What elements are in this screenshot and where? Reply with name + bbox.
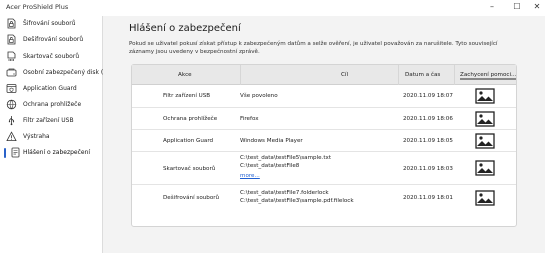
image-icon[interactable] [475, 88, 495, 104]
sidebar-item-label: Osobní zabezpečený disk (... [23, 69, 109, 76]
row-target: C:\test_data\testFile7.folderlock [240, 190, 329, 196]
main-content: Hlášení o zabezpečení Pokud se uživatel … [103, 16, 545, 253]
column-divider [398, 65, 399, 85]
column-header-capture[interactable]: Zachycení pomoci... [460, 72, 517, 80]
row-target: Firefox [240, 116, 259, 122]
table-row[interactable]: Application Guard Windows Media Player 2… [132, 130, 516, 152]
row-datetime: 2020.11.09 18:01 [403, 195, 453, 201]
sidebar-item-security-report[interactable]: Hlášení o zabezpečení [0, 145, 102, 161]
sidebar-item-file-encryption[interactable]: Šifrování souborů [0, 16, 102, 32]
page-description: Pokud se uživatel pokusí získat přístup … [129, 41, 498, 55]
sidebar-item-label: Výstraha [23, 133, 50, 140]
sidebar-item-label: Šifrování souborů [23, 20, 76, 27]
file-encrypt-icon [7, 18, 16, 29]
sidebar: Šifrování souborů Dešifrování souborů Sk… [0, 16, 109, 253]
browser-protection-icon [6, 99, 17, 110]
row-action: Filtr zařízení USB [163, 93, 211, 99]
usb-filter-icon [8, 116, 15, 126]
file-shredder-icon [7, 51, 16, 61]
sidebar-item-label: Hlášení o zabezpečení [23, 149, 91, 156]
sidebar-item-label: Filtr zařízení USB [23, 117, 74, 124]
row-target: C:\test_data\testFile3\sample.pdf.filelo… [240, 198, 354, 204]
row-datetime: 2020.11.09 18:06 [403, 116, 453, 122]
sidebar-item-warning[interactable]: Výstraha [0, 129, 102, 145]
sidebar-item-label: Ochrana prohlížeče [23, 101, 82, 108]
file-decrypt-icon [7, 34, 16, 45]
sidebar-item-usb-filter[interactable]: Filtr zařízení USB [0, 113, 102, 129]
sidebar-item-file-shredder[interactable]: Skartovač souborů [0, 49, 102, 65]
column-header-action[interactable]: Akce [178, 72, 192, 78]
minimize-button[interactable]: – [486, 1, 498, 13]
sidebar-item-personal-secure-drive[interactable]: Osobní zabezpečený disk (... [0, 65, 109, 81]
maximize-button[interactable]: ☐ [511, 1, 523, 13]
table-header: Akce Cíl Datum a čas Zachycení pomoci... [132, 65, 517, 85]
security-report-icon [11, 147, 20, 158]
page-title: Hlášení o zabezpečení [129, 23, 241, 34]
row-target: Windows Media Player [240, 138, 303, 144]
close-button[interactable]: ✕ [531, 1, 543, 13]
row-datetime: 2020.11.09 18:05 [403, 138, 453, 144]
warning-icon [6, 131, 17, 141]
row-target: C:\test_data\testFile5\sample.txt [240, 155, 332, 161]
table-row[interactable]: Dešifrování souborů C:\test_data\testFil… [132, 185, 516, 211]
row-action: Skartovač souborů [163, 166, 216, 172]
image-icon[interactable] [475, 160, 495, 176]
row-datetime: 2020.11.09 18:03 [403, 166, 453, 172]
row-action: Application Guard [163, 138, 214, 144]
table-row[interactable]: Skartovač souborů C:\test_data\testFile5… [132, 152, 516, 185]
image-icon[interactable] [475, 111, 495, 127]
row-action: Dešifrování souborů [163, 195, 220, 201]
sidebar-item-browser-protection[interactable]: Ochrana prohlížeče [0, 97, 102, 113]
row-target: Vše povoleno [240, 93, 278, 99]
row-action: Ochrana prohlížeče [163, 116, 218, 122]
column-divider [454, 65, 455, 85]
sidebar-item-application-guard[interactable]: Application Guard [0, 81, 102, 97]
column-header-datetime[interactable]: Datum a čas [405, 72, 440, 78]
application-guard-icon [6, 84, 17, 93]
app-title: Acer ProShield Plus [6, 3, 69, 11]
row-datetime: 2020.11.09 18:07 [403, 93, 453, 99]
selection-indicator [4, 148, 6, 158]
title-bar: Acer ProShield Plus – ☐ ✕ [0, 0, 545, 16]
secure-drive-icon [6, 68, 17, 77]
sidebar-item-label: Dešifrování souborů [23, 36, 84, 43]
table-row[interactable]: Ochrana prohlížeče Firefox 2020.11.09 18… [132, 108, 516, 130]
image-icon[interactable] [475, 133, 495, 149]
sidebar-item-label: Application Guard [23, 85, 77, 92]
row-target: C:\test_data\testFile8 [240, 163, 300, 169]
column-header-target[interactable]: Cíl [341, 72, 348, 78]
sidebar-item-label: Skartovač souborů [23, 53, 80, 60]
image-icon[interactable] [475, 190, 495, 206]
table-row[interactable]: Filtr zařízení USB Vše povoleno 2020.11.… [132, 85, 516, 108]
more-link[interactable]: more... [240, 173, 260, 179]
security-report-table: Akce Cíl Datum a čas Zachycení pomoci...… [131, 64, 517, 227]
sidebar-item-file-decryption[interactable]: Dešifrování souborů [0, 32, 102, 48]
column-divider [240, 65, 241, 85]
